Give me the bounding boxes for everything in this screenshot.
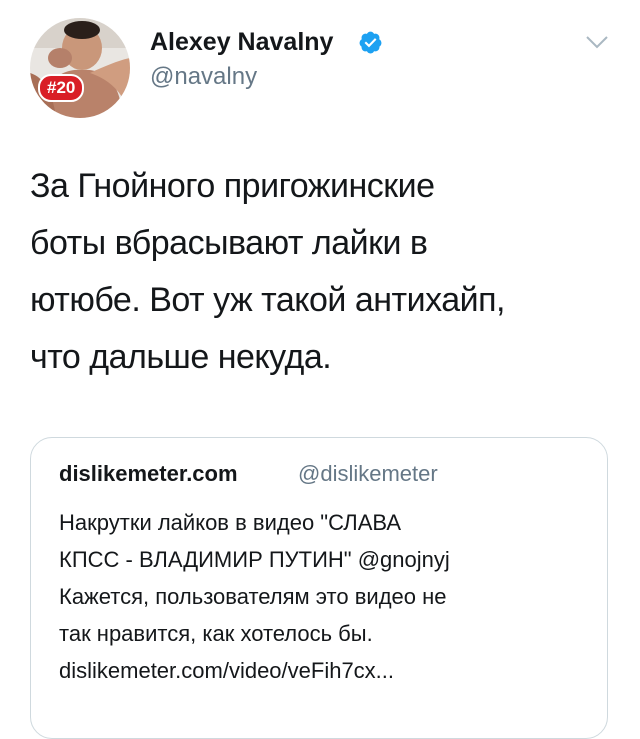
tweet: #20 Alexey Navalny @navalny За Гнойного …: [0, 0, 640, 739]
quoted-author-name: dislikemeter.com: [59, 461, 238, 486]
avatar-badge: #20: [38, 74, 85, 102]
author-handle[interactable]: @navalny: [150, 62, 257, 92]
quoted-author-handle: @dislikemeter: [298, 461, 438, 486]
tweet-text: За Гнойного пригожинские боты вбрасывают…: [30, 158, 620, 386]
tweet-text-line: что дальше некуда.: [30, 338, 332, 376]
tweet-text-line: ютюбе. Вот уж такой антихайп,: [30, 281, 505, 319]
quoted-tweet-card[interactable]: dislikemeter.com @dislikemeter Накрутки …: [30, 437, 608, 739]
quoted-link-text[interactable]: dislikemeter.com/video/veFih7cx...: [59, 652, 599, 689]
tweet-text-line: За Гнойного пригожинские: [30, 167, 435, 205]
verified-badge-icon: [359, 31, 382, 54]
quoted-tweet-text: Накрутки лайков в видео "СЛАВА КПСС - ВЛ…: [59, 504, 599, 689]
avatar-image: [30, 18, 130, 118]
quoted-text-line: Кажется, пользователям это видео не: [59, 584, 447, 609]
tweet-text-line: боты вбрасывают лайки в: [30, 224, 428, 262]
quoted-text-line: так нравится, как хотелось бы.: [59, 621, 373, 646]
author-name[interactable]: Alexey Navalny: [150, 26, 333, 58]
chevron-down-icon[interactable]: [585, 34, 609, 50]
author-avatar[interactable]: [30, 18, 130, 118]
quoted-text-line: КПСС - ВЛАДИМИР ПУТИН" @gnojnyj: [59, 547, 450, 572]
quoted-text-line: Накрутки лайков в видео "СЛАВА: [59, 510, 401, 535]
